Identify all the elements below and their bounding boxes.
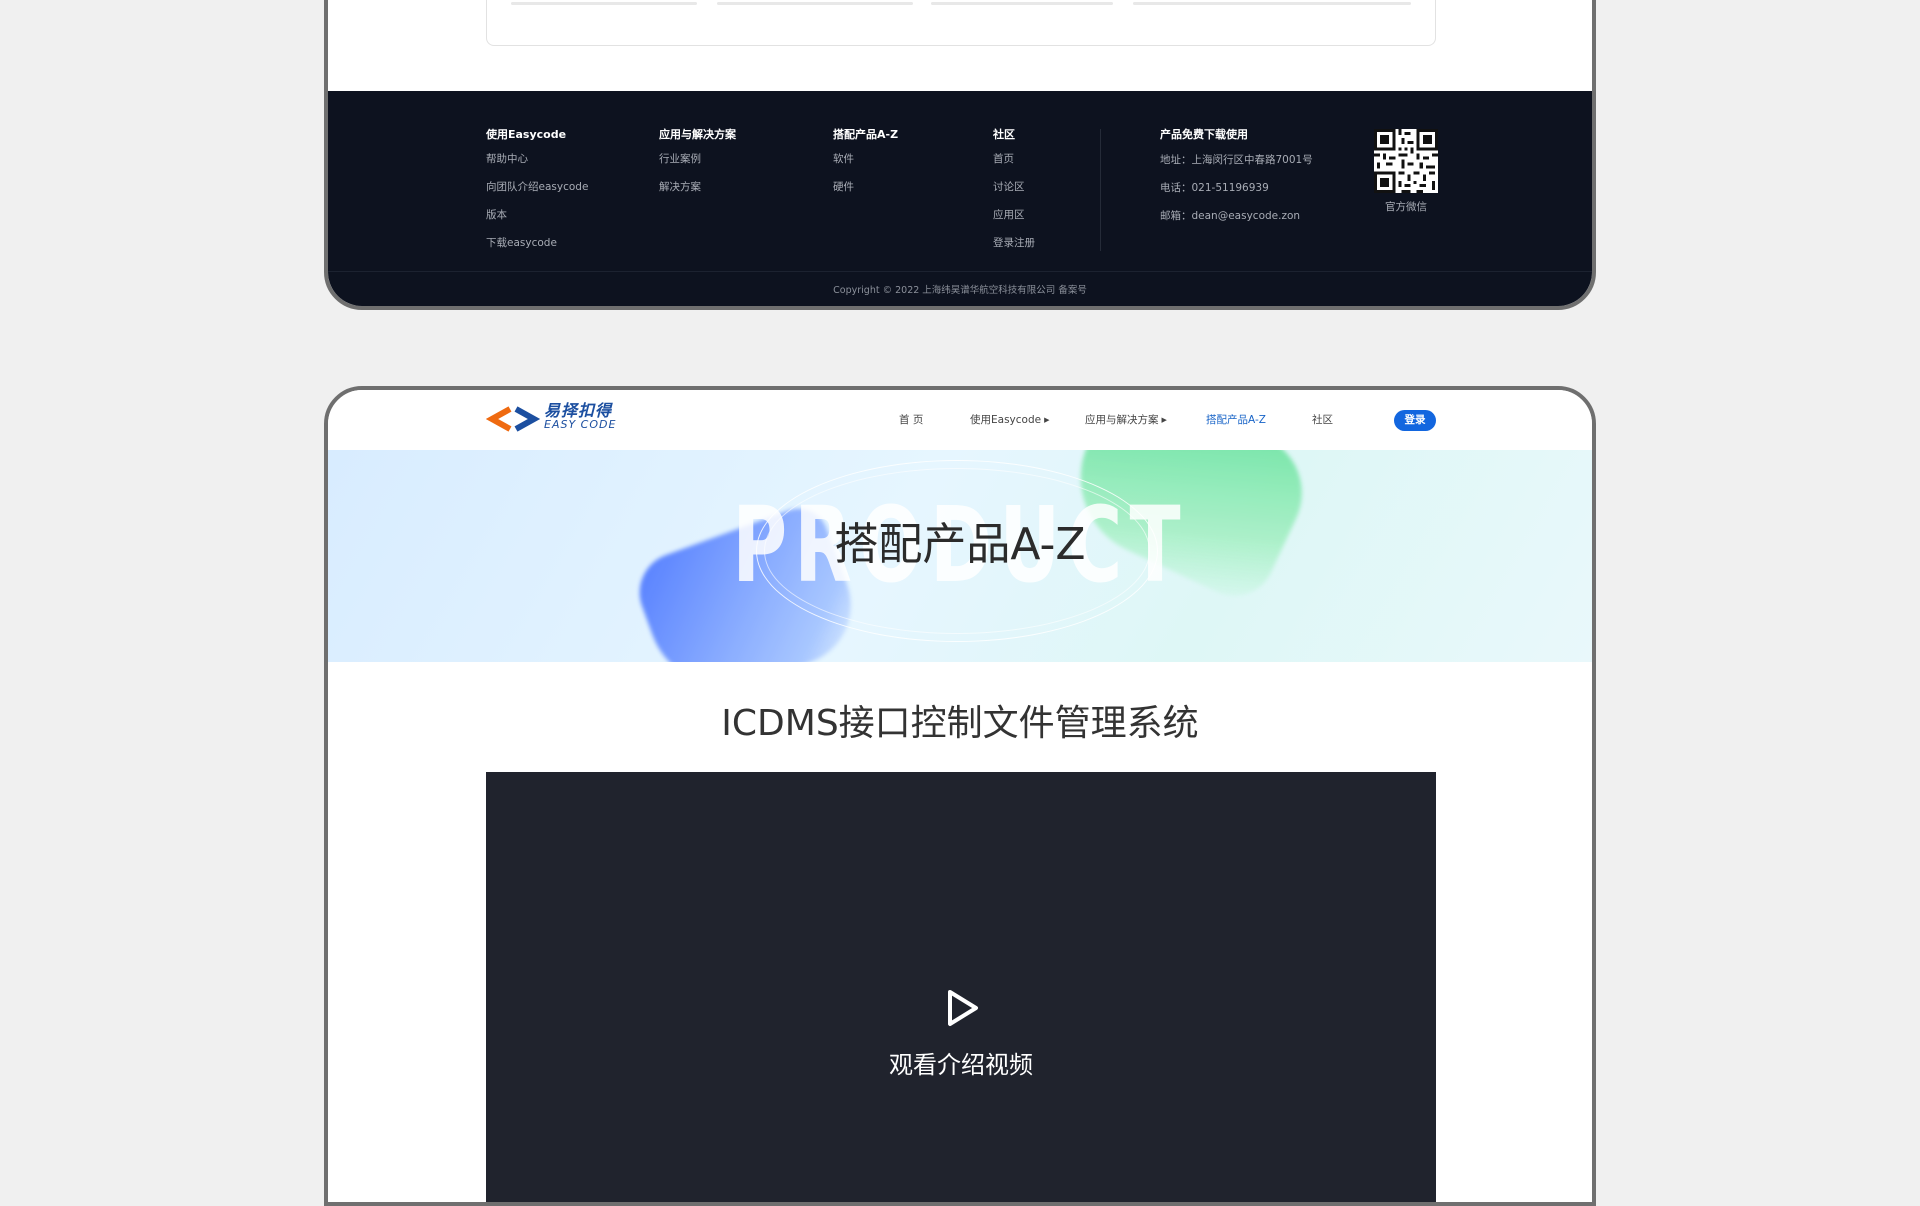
footer-link-home[interactable]: 首页 [993, 152, 1035, 180]
nav-item-solutions[interactable]: 应用与解决方案 ▶ [1085, 413, 1167, 427]
footer-email[interactable]: 邮箱：dean@easycode.zon [1160, 208, 1313, 236]
nav-item-products[interactable]: 搭配产品A-Z [1206, 413, 1266, 427]
footer-link-software[interactable]: 软件 [833, 152, 898, 180]
footer-link-login-register[interactable]: 登录注册 [993, 236, 1035, 264]
login-button[interactable]: 登录 [1394, 410, 1436, 431]
logo-english-text: EASY CODE [544, 418, 617, 431]
nav-item-community[interactable]: 社区 [1312, 413, 1333, 427]
page-preview-top: 使用Easycode 帮助中心 向团队介绍easycode 版本 下载easyc… [324, 0, 1596, 310]
footer-column-community: 社区 首页 讨论区 应用区 登录注册 [993, 128, 1035, 264]
page-title: ICDMS接口控制文件管理系统 [721, 703, 1199, 744]
footer-link-version[interactable]: 版本 [486, 208, 588, 236]
footer-link-discussion[interactable]: 讨论区 [993, 180, 1035, 208]
footer-column-usage: 使用Easycode 帮助中心 向团队介绍easycode 版本 下载easyc… [486, 128, 588, 264]
footer-column-heading: 应用与解决方案 [659, 128, 736, 141]
logo-chinese-text: 易择扣得 [544, 401, 613, 420]
nav-item-label: 搭配产品A-Z [1206, 414, 1266, 426]
qr-code-image [1374, 129, 1438, 193]
footer-link-apps[interactable]: 应用区 [993, 208, 1035, 236]
nav-item-label: 首 页 [899, 414, 924, 426]
footer-column-solutions: 应用与解决方案 行业案例 解决方案 [659, 128, 736, 208]
content-card [486, 0, 1436, 46]
caret-right-icon: ▶ [1044, 416, 1050, 424]
nav-item-label: 应用与解决方案 [1085, 414, 1159, 426]
page-preview-bottom: 易择扣得 EASY CODE 首 页 使用Easycode ▶ 应用与解决方案 ▶ … [324, 386, 1596, 1206]
footer-address: 地址：上海闵行区中春路7001号 [1160, 154, 1313, 166]
footer-phone: 电话：021-51196939 [1160, 182, 1269, 194]
nav-item-home[interactable]: 首 页 [899, 413, 923, 427]
site-logo[interactable]: 易择扣得 EASY CODE [485, 401, 636, 437]
hero-banner: PRODUCT 搭配产品A-Z [328, 450, 1592, 662]
footer-link-intro-team[interactable]: 向团队介绍easycode [486, 180, 588, 208]
top-navbar: 易择扣得 EASY CODE 首 页 使用Easycode ▶ 应用与解决方案 ▶ … [328, 390, 1592, 450]
nav-item-usage[interactable]: 使用Easycode ▶ [970, 413, 1049, 427]
footer-column-products: 搭配产品A-Z 软件 硬件 [833, 128, 898, 208]
qr-code-label: 官方微信 [1385, 201, 1427, 213]
footer-column-heading: 搭配产品A-Z [833, 128, 899, 141]
footer-link-help-center[interactable]: 帮助中心 [486, 152, 588, 180]
card-strip [1133, 2, 1411, 5]
caret-right-icon: ▶ [1161, 416, 1167, 424]
copyright-text: Copyright © 2022 上海纬昊谱华航空科技有限公司 备案号 [833, 285, 1087, 296]
footer-contact: 产品免费下载使用 地址：上海闵行区中春路7001号 电话：021-5119693… [1160, 128, 1313, 236]
footer-column-heading: 社区 [993, 128, 1015, 141]
logo-brackets-icon [485, 406, 541, 432]
nav-item-label: 使用Easycode [970, 414, 1042, 426]
footer-divider [1100, 129, 1101, 251]
hero-title: 搭配产品A-Z [834, 519, 1086, 570]
footer-link-hardware[interactable]: 硬件 [833, 180, 898, 208]
intro-video-player[interactable]: 观看介绍视频 [486, 772, 1436, 1202]
footer-link-solutions[interactable]: 解决方案 [659, 180, 736, 208]
site-footer: 使用Easycode 帮助中心 向团队介绍easycode 版本 下载easyc… [328, 91, 1592, 306]
video-label: 观看介绍视频 [889, 1051, 1033, 1079]
footer-link-industry-cases[interactable]: 行业案例 [659, 152, 736, 180]
footer-link-download[interactable]: 下载easycode [486, 236, 588, 264]
card-strip [931, 2, 1113, 5]
footer-contact-heading: 产品免费下载使用 [1160, 128, 1248, 141]
card-strip [511, 2, 697, 5]
footer-column-heading: 使用Easycode [486, 128, 567, 141]
nav-item-label: 社区 [1312, 414, 1333, 426]
card-strip [717, 2, 913, 5]
play-icon[interactable] [946, 988, 980, 1028]
footer-separator [328, 271, 1592, 272]
